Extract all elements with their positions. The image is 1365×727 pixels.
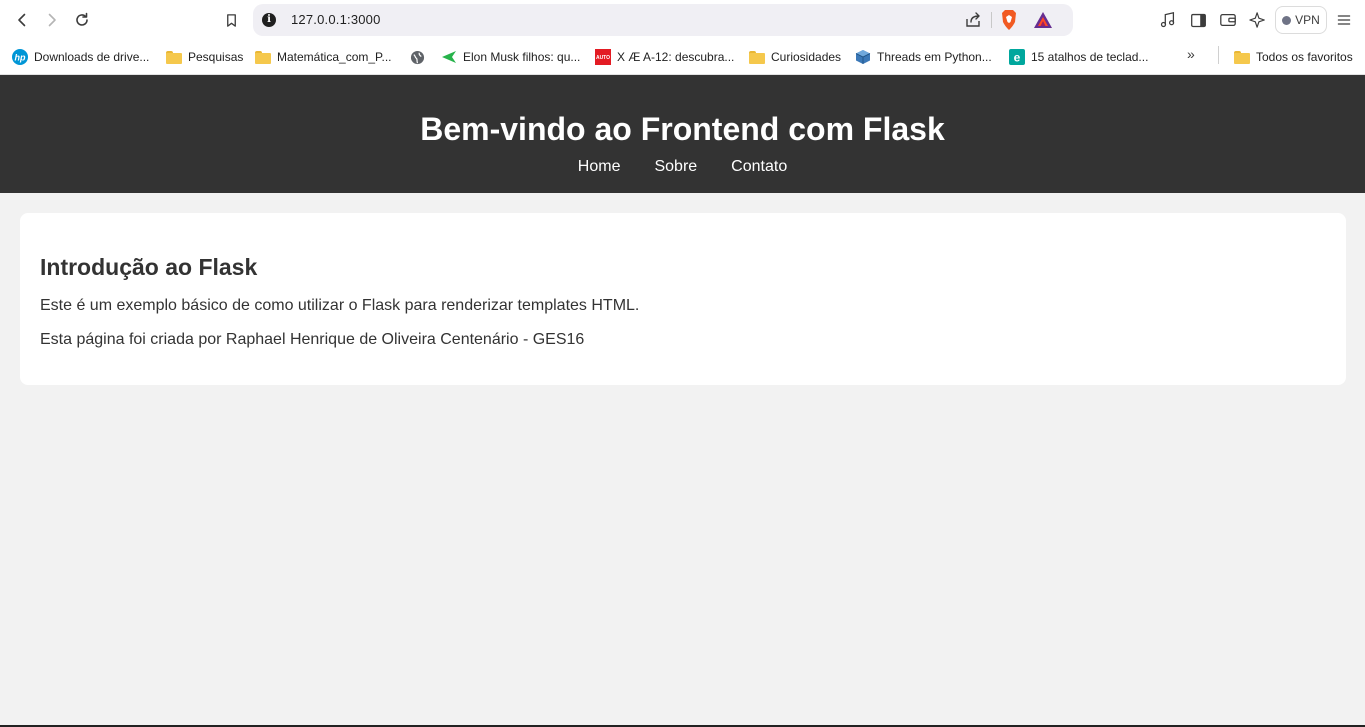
brave-shields-icon[interactable] [999, 9, 1019, 31]
author-paragraph: Esta página foi criada por Raphael Henri… [40, 331, 585, 348]
bookmark-label: Curiosidades [771, 50, 842, 64]
site-nav: Home Sobre Contato [0, 158, 1365, 176]
hp-icon: hp [12, 49, 28, 65]
green-arrow-icon [441, 49, 457, 65]
svg-text:e: e [1014, 51, 1021, 65]
sidebar-icon[interactable] [1188, 10, 1208, 30]
bookmark-label: Matemática_com_P... [277, 50, 392, 64]
leo-ai-icon[interactable] [1248, 10, 1268, 30]
svg-text:AUTO: AUTO [596, 55, 610, 61]
intro-paragraph: Este é um exemplo básico de como utiliza… [40, 297, 640, 314]
nav-link-home[interactable]: Home [578, 158, 621, 176]
folder-icon [1234, 49, 1250, 65]
bookmark-icon[interactable] [219, 8, 243, 32]
bookmark-folder[interactable]: Matemática_com_P... [255, 47, 392, 67]
bookmark-item[interactable]: Elon Musk filhos: qu... [441, 47, 580, 67]
bookmark-label: 15 atalhos de teclad... [1031, 50, 1149, 64]
site-header: Bem-vindo ao Frontend com Flask Home Sob… [0, 75, 1365, 193]
bookmark-label: Elon Musk filhos: qu... [463, 50, 581, 64]
back-icon[interactable] [10, 8, 34, 32]
auto-icon: AUTO [595, 49, 611, 65]
nav-link-sobre[interactable]: Sobre [654, 158, 697, 176]
folder-icon [255, 49, 271, 65]
vpn-label: VPN [1295, 13, 1320, 27]
e-icon: e [1009, 49, 1025, 65]
bookmark-label: Pesquisas [188, 50, 244, 64]
share-icon[interactable] [963, 10, 983, 30]
site-info-icon[interactable]: i [262, 13, 276, 27]
cube-icon [855, 49, 871, 65]
wallet-icon[interactable] [1218, 10, 1238, 30]
forward-icon[interactable] [40, 8, 64, 32]
media-icon[interactable] [1158, 10, 1178, 30]
url-text[interactable]: 127.0.0.1:3000 [291, 12, 381, 27]
bookmark-label: X Æ A-12: descubra... [617, 50, 735, 64]
folder-icon [749, 49, 765, 65]
omnibox-divider [991, 12, 992, 28]
bookmarks-bar: hp Downloads de drive... Pesquisas Matem… [0, 40, 1365, 75]
bookmark-item[interactable] [409, 47, 425, 67]
menu-icon[interactable] [1334, 10, 1354, 30]
section-heading: Introdução ao Flask [40, 254, 258, 280]
vpn-status-icon [1282, 15, 1292, 25]
bookmark-folder[interactable]: Curiosidades [749, 47, 841, 67]
nav-link-contato[interactable]: Contato [731, 158, 787, 176]
bookmark-item[interactable]: Threads em Python... [855, 47, 992, 67]
bookmark-label: Todos os favoritos [1256, 50, 1353, 64]
bookmark-label: Threads em Python... [877, 50, 992, 64]
content-card: Introdução ao Flask Este é um exemplo bá… [20, 213, 1346, 385]
bookmark-folder[interactable]: Pesquisas [166, 47, 243, 67]
bookmarks-divider [1218, 46, 1219, 64]
address-bar[interactable]: i 127.0.0.1:3000 [253, 4, 1073, 36]
svg-text:hp: hp [15, 53, 26, 63]
brave-rewards-icon[interactable] [1033, 11, 1053, 29]
folder-icon [166, 49, 182, 65]
browser-toolbar: i 127.0.0.1:3000 VPN [0, 0, 1365, 40]
bookmark-item[interactable]: AUTO X Æ A-12: descubra... [595, 47, 734, 67]
reload-icon[interactable] [70, 8, 94, 32]
globe-icon [409, 49, 425, 65]
bookmark-item[interactable]: e 15 atalhos de teclad... [1009, 47, 1148, 67]
vpn-button[interactable]: VPN [1275, 6, 1327, 34]
page-title: Bem-vindo ao Frontend com Flask [420, 111, 945, 147]
bookmark-label: Downloads de drive... [34, 50, 150, 64]
all-bookmarks-folder[interactable]: Todos os favoritos [1234, 47, 1353, 67]
bookmark-item[interactable]: hp Downloads de drive... [12, 47, 149, 67]
more-bookmarks-icon[interactable]: » [1187, 46, 1195, 62]
